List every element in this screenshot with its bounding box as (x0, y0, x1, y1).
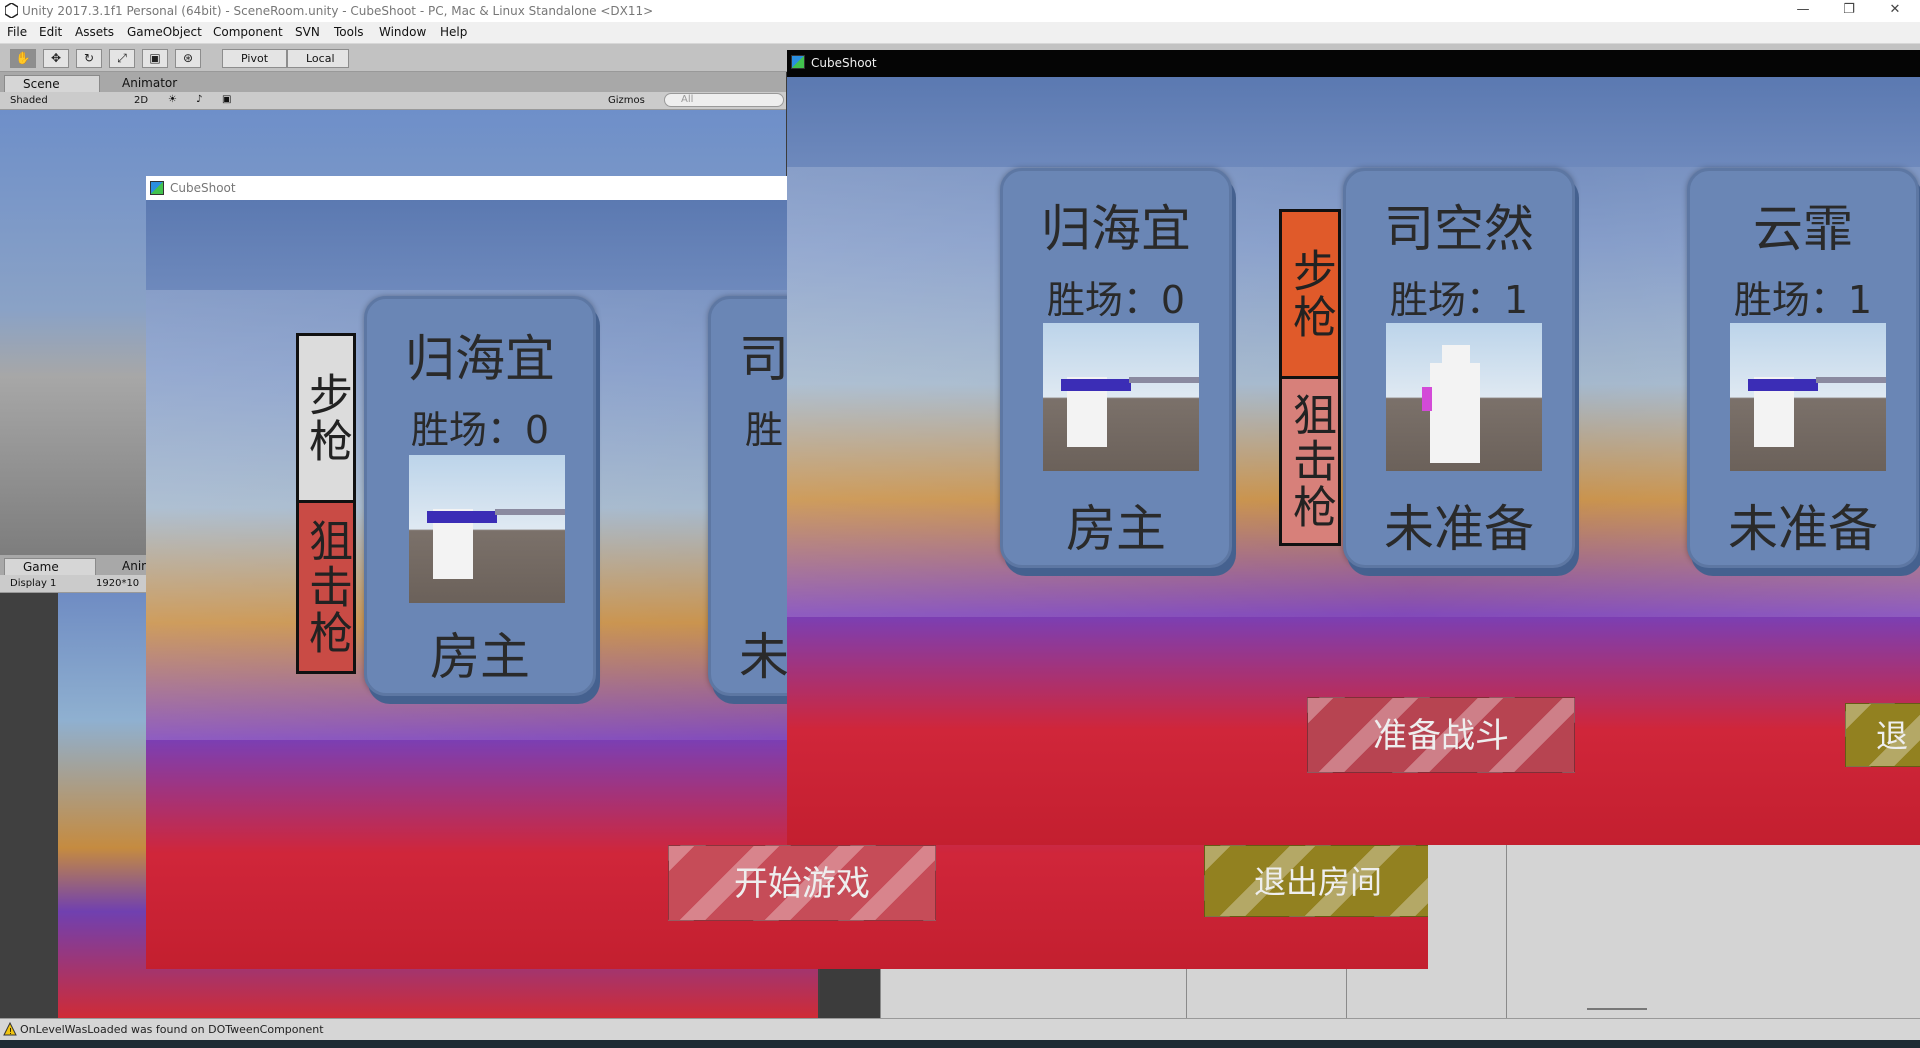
title-bar: Unity 2017.3.1f1 Personal (64bit) - Scen… (0, 0, 1920, 22)
tab-scene[interactable]: Scene (4, 75, 100, 92)
shading-dropdown[interactable]: Shaded (10, 95, 48, 106)
front-rifle-tab[interactable]: 步枪 (1279, 209, 1341, 379)
close-button[interactable]: ✕ (1872, 0, 1918, 22)
pivot-toggle[interactable]: Pivot (222, 49, 287, 68)
resolution-dropdown[interactable]: 1920*10 (96, 578, 139, 589)
scene-toolbar: Shaded 2D ☀ ♪ ▣ Gizmos All (0, 92, 786, 110)
local-label: Local (306, 52, 335, 65)
front-rifle-label: 步枪 (1285, 248, 1336, 340)
menu-file[interactable]: File (7, 25, 27, 39)
front-card-2-avatar (1386, 323, 1542, 471)
status-bar: ! OnLevelWasLoaded was found on DOTweenC… (0, 1018, 1920, 1040)
zoom-slider[interactable] (1587, 1008, 1647, 1010)
scene-search-input[interactable]: All (664, 93, 784, 107)
panel-d (1506, 840, 1920, 1018)
menu-svn[interactable]: SVN (295, 25, 320, 39)
menu-assets[interactable]: Assets (75, 25, 114, 39)
front-card-3-avatar (1730, 323, 1886, 471)
transform-tool-button[interactable]: ⊛ (175, 49, 201, 68)
front-card-1-avatar (1043, 323, 1199, 471)
front-sniper-label: 狙击枪 (1285, 392, 1336, 530)
scale-icon: ⤢ (117, 51, 127, 65)
front-window-title: CubeShoot (811, 56, 877, 70)
local-toggle[interactable]: Local (287, 49, 349, 68)
menu-bar: File Edit Assets GameObject Component SV… (0, 22, 1920, 44)
menu-window[interactable]: Window (379, 25, 426, 39)
rect-tool-button[interactable]: ▣ (142, 49, 168, 68)
back-window-title: CubeShoot (170, 181, 236, 195)
menu-gameobject[interactable]: GameObject (127, 25, 202, 39)
back-card-1-avatar (409, 455, 565, 603)
hand-tool-button[interactable]: ✋ (10, 49, 36, 68)
cubeshoot-app-icon (791, 55, 805, 69)
front-player-card-1: 归海宜 胜场：0 房主 (1000, 168, 1232, 568)
move-tool-button[interactable]: ✥ (43, 49, 69, 68)
front-card-1-name: 归海宜 (1041, 200, 1191, 258)
tab-scene-label: Scene (23, 77, 60, 91)
front-card-2-wins: 胜场：1 (1389, 278, 1529, 322)
front-card-3-wins: 胜场：1 (1733, 278, 1873, 322)
back-player-card-1: 归海宜 胜场：0 房主 (364, 296, 596, 696)
tab-game-label: Game (23, 560, 59, 574)
window-title: Unity 2017.3.1f1 Personal (64bit) - Scen… (22, 4, 654, 18)
move-icon: ✥ (50, 51, 62, 65)
svg-text:!: ! (9, 1027, 12, 1036)
front-card-1-wins: 胜场：0 (1046, 278, 1186, 322)
front-card-3-status: 未准备 (1728, 500, 1878, 558)
front-sniper-tab[interactable]: 狙击枪 (1279, 376, 1341, 546)
gizmos-dropdown[interactable]: Gizmos (608, 95, 645, 106)
front-card-2-status: 未准备 (1384, 500, 1534, 558)
transform-icon: ⊛ (182, 51, 194, 65)
ready-battle-button[interactable]: 准备战斗 (1307, 697, 1575, 773)
menu-component[interactable]: Component (213, 25, 283, 39)
tab-game[interactable]: Game (4, 558, 96, 575)
audio-icon[interactable]: ♪ (196, 94, 202, 105)
back-rifle-label: 步枪 (301, 372, 352, 464)
back-sniper-tab[interactable]: 狙击枪 (296, 500, 356, 674)
scale-tool-button[interactable]: ⤢ (109, 49, 135, 68)
rect-icon: ▣ (149, 51, 161, 65)
warning-icon: ! (3, 1022, 17, 1036)
os-taskbar (0, 1040, 1920, 1048)
leave-room-button[interactable]: 退出房间 (1204, 845, 1428, 917)
front-card-3-name: 云霏 (1753, 200, 1853, 258)
back-rifle-tab[interactable]: 步枪 (296, 333, 356, 503)
front-game-window[interactable]: CubeShoot 归海宜 胜场：0 房主 步枪 狙击枪 司空然 胜场：1 未准… (787, 50, 1920, 845)
scene-panel-tabs: Scene Animator (0, 72, 786, 92)
hand-icon: ✋ (15, 51, 31, 65)
mode-2d-toggle[interactable]: 2D (134, 95, 148, 106)
start-game-button[interactable]: 开始游戏 (668, 845, 936, 921)
front-card-2-name: 司空然 (1384, 200, 1534, 258)
status-message[interactable]: OnLevelWasLoaded was found on DOTweenCom… (20, 1023, 324, 1036)
minimize-button[interactable]: — (1780, 0, 1826, 22)
tab-animator[interactable]: Animator (104, 75, 204, 92)
front-window-titlebar[interactable]: CubeShoot (787, 50, 1920, 77)
front-player-card-3: 云霏 胜场：1 未准备 (1687, 168, 1919, 568)
unity-logo-icon (5, 3, 18, 18)
back-card-1-wins: 胜场：0 (410, 408, 550, 452)
maximize-button[interactable]: ❐ (1826, 0, 1872, 22)
front-player-card-2: 司空然 胜场：1 未准备 (1343, 168, 1575, 568)
menu-help[interactable]: Help (440, 25, 467, 39)
menu-tools[interactable]: Tools (334, 25, 364, 39)
front-game-viewport[interactable]: 归海宜 胜场：0 房主 步枪 狙击枪 司空然 胜场：1 未准备 云霏 胜场：1 … (787, 77, 1920, 845)
back-card-1-name: 归海宜 (405, 330, 555, 388)
lighting-icon[interactable]: ☀ (168, 94, 177, 105)
back-card-1-status: 房主 (430, 628, 530, 686)
back-sniper-label: 狙击枪 (301, 518, 352, 656)
menu-edit[interactable]: Edit (39, 25, 62, 39)
front-card-1-status: 房主 (1066, 500, 1166, 558)
effects-icon[interactable]: ▣ (222, 94, 231, 105)
cubeshoot-app-icon (150, 181, 164, 195)
pivot-label: Pivot (241, 52, 269, 65)
front-leave-room-button[interactable]: 退 (1845, 703, 1920, 767)
display-dropdown[interactable]: Display 1 (10, 578, 56, 589)
tab-animator-label: Animator (122, 76, 178, 90)
rotate-icon: ↻ (83, 51, 95, 65)
rotate-tool-button[interactable]: ↻ (76, 49, 102, 68)
